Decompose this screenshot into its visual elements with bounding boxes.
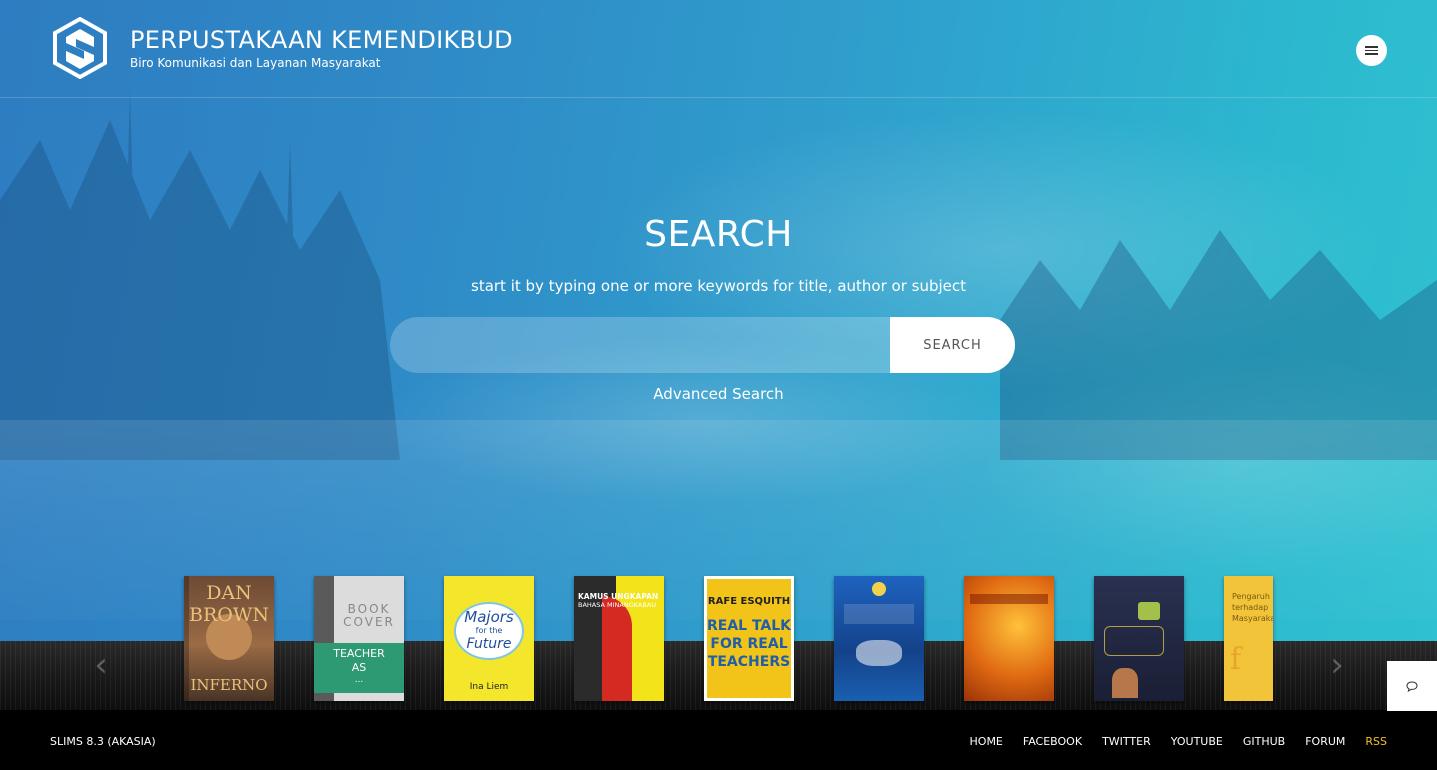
search-hint: start it by typing one or more keywords …	[471, 277, 966, 295]
book-title-line: for the	[475, 626, 503, 635]
book-title-line: Future	[466, 636, 512, 652]
footer: SLIMS 8.3 (AKASIA) HOME FACEBOOK TWITTER…	[0, 710, 1437, 770]
footer-link-home[interactable]: HOME	[970, 735, 1003, 748]
book-title-line: BAHASA MINANGKABAU	[578, 601, 656, 609]
book-title-line: Pengaruh Pers	[1232, 592, 1273, 601]
book-cover-teacher-as[interactable]: BOOK COVER TEACHER AS ...	[314, 576, 404, 701]
carousel-next-button[interactable]: ›	[1322, 648, 1352, 682]
book-title-line: TEACHERS	[707, 654, 791, 670]
book-cover-dark[interactable]	[1094, 576, 1184, 701]
book-title-line: KAMUS UNGKAPAN	[578, 592, 659, 601]
search-heading: SEARCH	[644, 214, 793, 255]
book-title-line: RAFE ESQUITH	[707, 596, 791, 607]
footer-link-forum[interactable]: FORUM	[1305, 735, 1345, 748]
search-input[interactable]	[390, 317, 890, 373]
top-bar: PERPUSTAKAAN KEMENDIKBUD Biro Komunikasi…	[0, 0, 1437, 98]
chat-bubble-icon	[1406, 680, 1418, 692]
book-cover-orange[interactable]	[964, 576, 1054, 701]
book-cover-pengaruh-pers[interactable]: Pengaruh Pers terhadap Masyarakat f	[1224, 576, 1273, 701]
chat-button[interactable]	[1387, 661, 1437, 711]
book-title-line: Ina Liem	[469, 682, 509, 692]
book-title-line: AS	[351, 661, 367, 674]
site-title[interactable]: PERPUSTAKAAN KEMENDIKBUD	[130, 26, 513, 54]
chevron-right-icon: ›	[1330, 645, 1344, 685]
search-button[interactable]: SEARCH	[890, 317, 1015, 373]
chevron-left-icon: ‹	[94, 645, 108, 685]
footer-nav: HOME FACEBOOK TWITTER YOUTUBE GITHUB FOR…	[950, 735, 1387, 748]
book-title-line: ...	[354, 675, 364, 685]
book-cover-real-talk-for-real-teachers[interactable]: RAFE ESQUITH REAL TALK FOR REAL TEACHERS	[704, 576, 794, 701]
footer-link-youtube[interactable]: YOUTUBE	[1171, 735, 1223, 748]
book-cover-majors-for-the-future[interactable]: Majors for the Future Ina Liem	[444, 576, 534, 701]
forest-silhouette	[0, 90, 1437, 460]
site-subtitle: Biro Komunikasi dan Layanan Masyarakat	[130, 56, 381, 70]
version-label: SLIMS 8.3 (AKASIA)	[50, 735, 156, 748]
menu-button[interactable]	[1356, 35, 1387, 66]
book-title-line: terhadap	[1232, 603, 1269, 612]
advanced-search-link[interactable]: Advanced Search	[0, 385, 1437, 403]
book-title-line: TEACHER	[333, 647, 385, 660]
hamburger-icon	[1365, 46, 1378, 48]
book-title-line: Majors	[464, 608, 514, 626]
book-title-line: REAL TALK	[706, 618, 792, 634]
book-cover-inferno[interactable]: DAN BROWN INFERNO	[184, 576, 274, 701]
footer-link-twitter[interactable]: TWITTER	[1102, 735, 1151, 748]
book-title-line: BOOK	[347, 602, 391, 616]
book-title-line: FOR REAL	[710, 636, 788, 652]
footer-link-rss[interactable]: RSS	[1365, 735, 1387, 748]
footer-link-github[interactable]: GITHUB	[1243, 735, 1285, 748]
carousel-prev-button[interactable]: ‹	[86, 648, 116, 682]
slims-logo-icon[interactable]	[52, 17, 108, 79]
book-title-line: Masyarakat	[1232, 614, 1273, 623]
book-title-line: COVER	[343, 615, 395, 629]
book-title-line: INFERNO	[190, 676, 268, 694]
search-form: SEARCH	[390, 317, 1015, 373]
book-cover-kamus-ungkapan[interactable]: KAMUS UNGKAPAN BAHASA MINANGKABAU	[574, 576, 664, 701]
book-title-line: BROWN	[189, 604, 269, 626]
book-cover-blue[interactable]	[834, 576, 924, 701]
footer-link-facebook[interactable]: FACEBOOK	[1023, 735, 1082, 748]
book-title-line: DAN	[206, 582, 252, 604]
